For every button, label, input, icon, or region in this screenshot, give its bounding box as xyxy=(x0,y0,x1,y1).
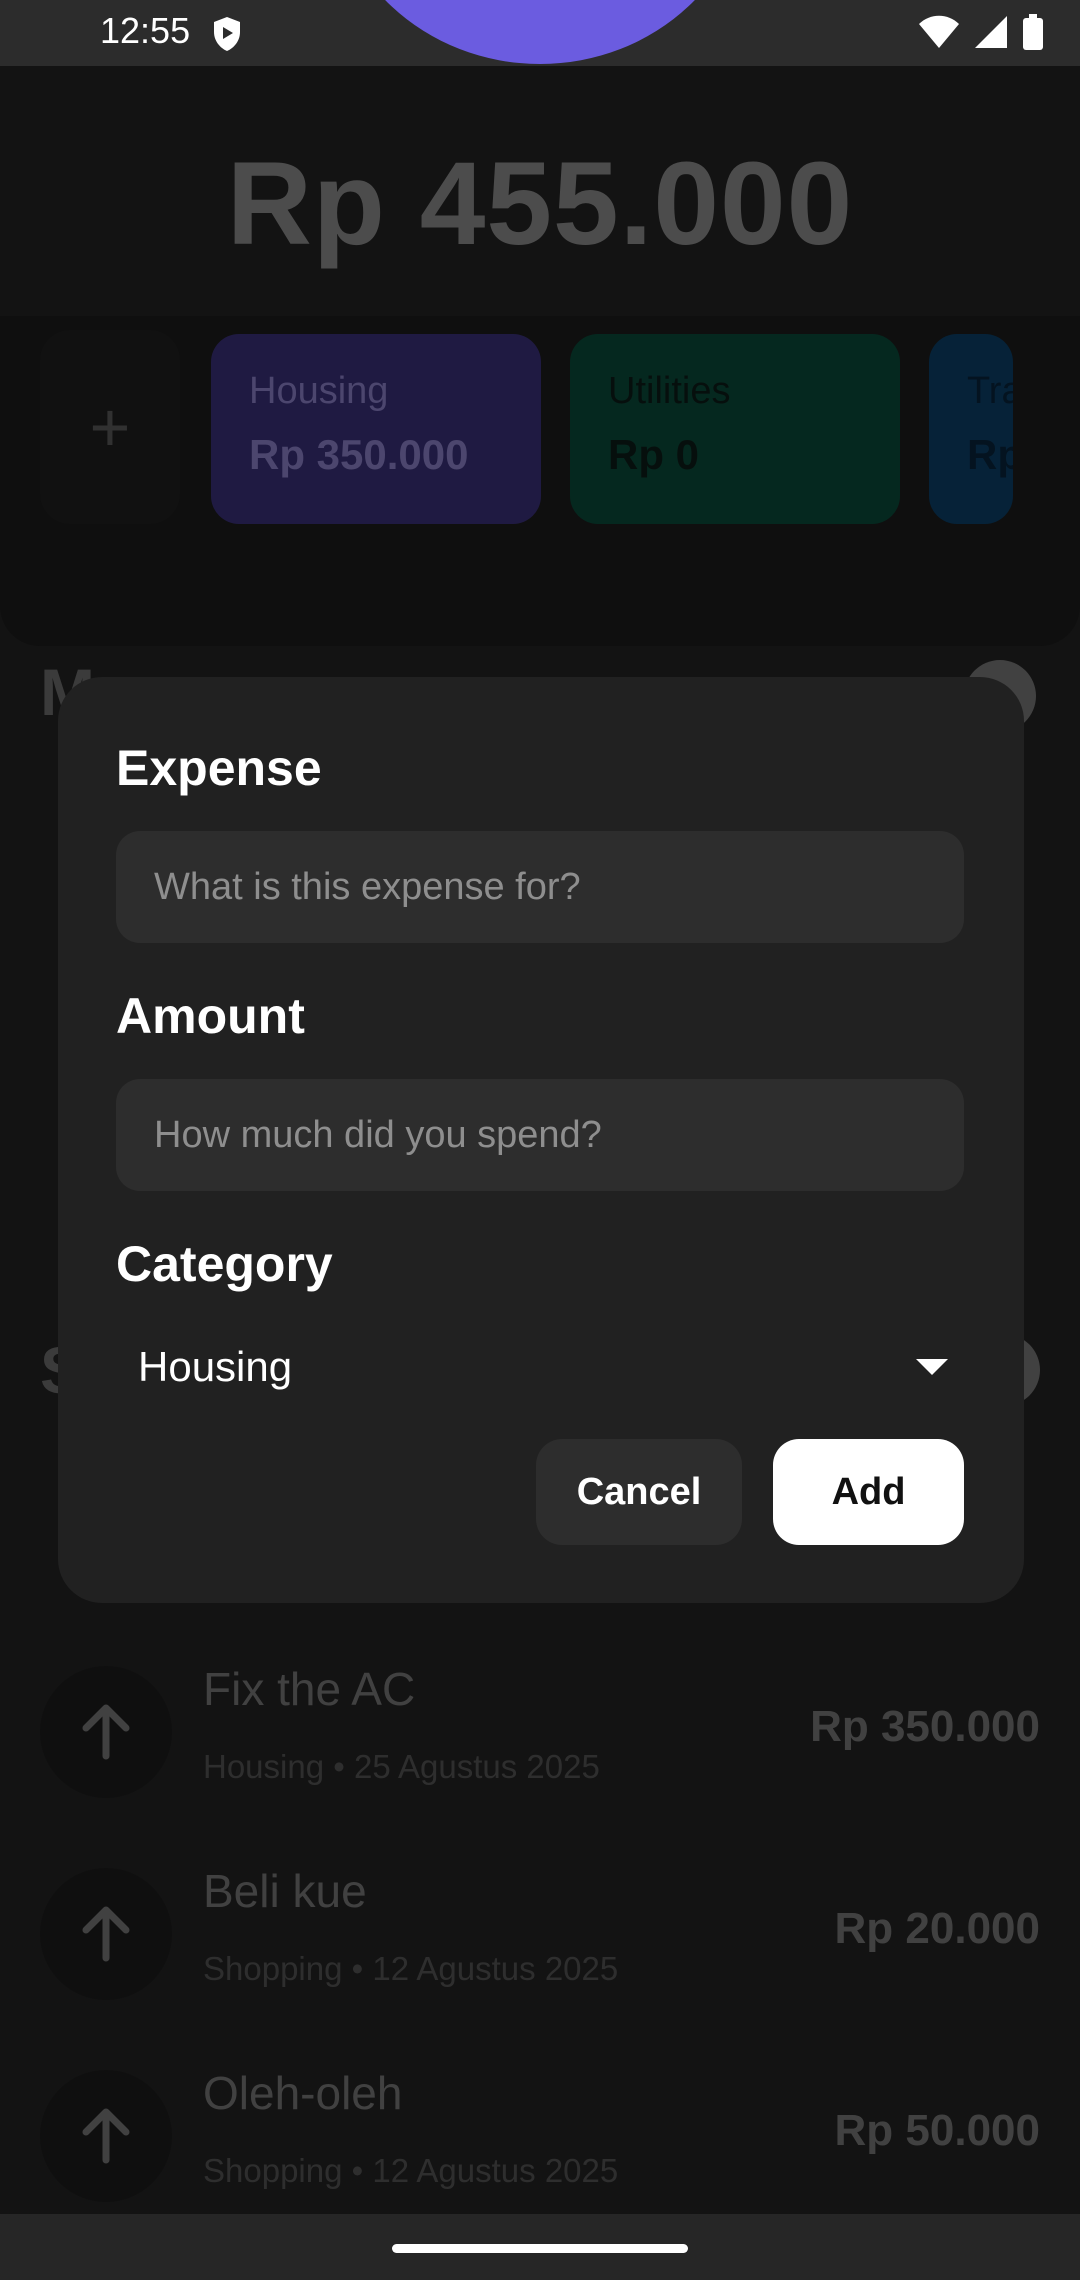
wifi-icon xyxy=(919,15,959,48)
status-time: 12:55 xyxy=(100,10,191,51)
expense-input[interactable] xyxy=(154,865,926,909)
navigation-bar xyxy=(0,2214,1080,2280)
cancel-button[interactable]: Cancel xyxy=(536,1439,742,1545)
add-expense-dialog: Expense Amount Category Housing Cancel A… xyxy=(58,677,1024,1603)
amount-label: Amount xyxy=(116,988,305,1044)
dropdown-arrow-icon xyxy=(916,1359,948,1375)
amount-input[interactable] xyxy=(154,1113,926,1157)
category-label: Category xyxy=(116,1236,333,1292)
status-icons xyxy=(918,14,1044,50)
category-selected-value: Housing xyxy=(138,1343,293,1390)
signal-icon xyxy=(975,16,1007,48)
home-gesture-handle[interactable] xyxy=(392,2244,688,2253)
battery-icon xyxy=(1023,14,1043,50)
expense-field-container xyxy=(116,831,964,943)
expense-label: Expense xyxy=(116,740,322,796)
shield-icon xyxy=(214,17,240,51)
amount-field-container xyxy=(116,1079,964,1191)
add-button[interactable]: Add xyxy=(773,1439,964,1545)
category-dropdown[interactable]: Housing xyxy=(138,1327,948,1407)
